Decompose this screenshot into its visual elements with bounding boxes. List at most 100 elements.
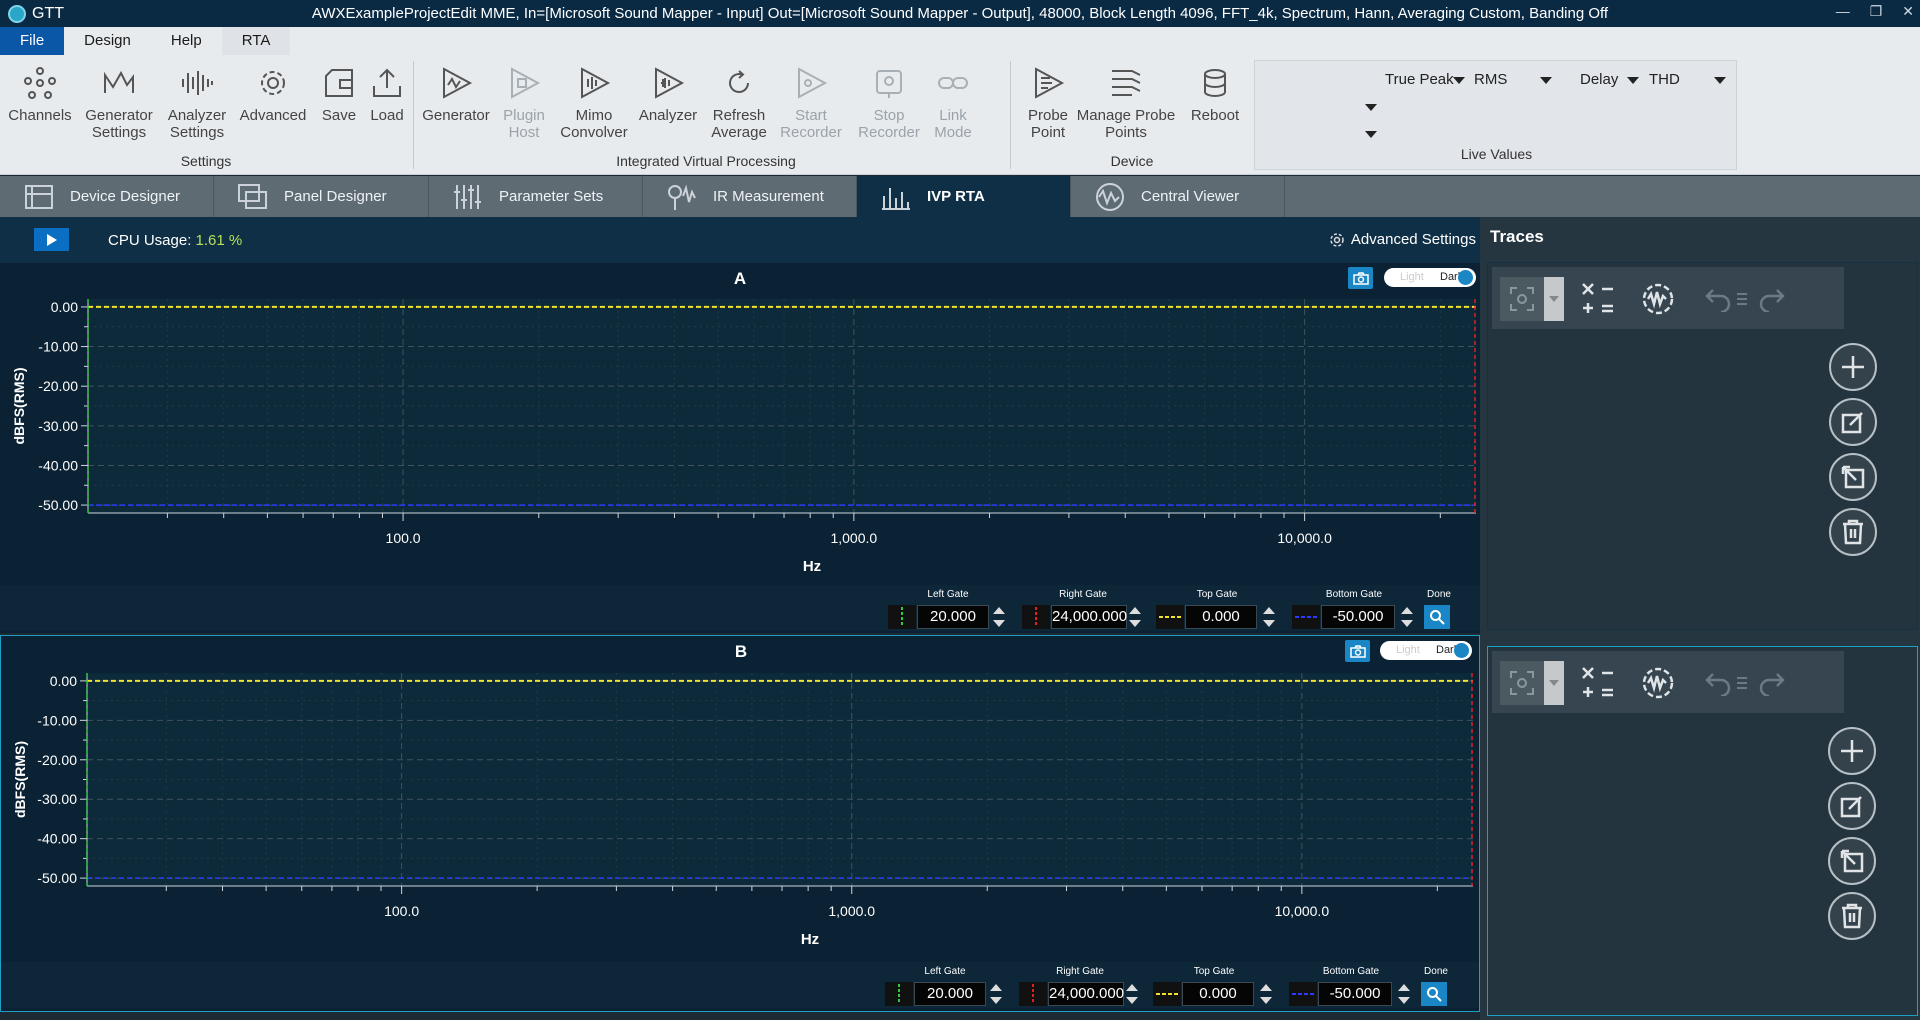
save-label: Save [321, 107, 357, 124]
top-gate-input[interactable]: 0.000 [1182, 982, 1254, 1006]
rms-dropdown[interactable]: RMS [1474, 71, 1507, 88]
right-gate-spinner[interactable] [1125, 982, 1139, 1006]
spectrum-chart-b[interactable]: 0.00 -10.00 -20.00 -30.00 -40.00 -50.00 100.0 1… [1, 636, 1479, 956]
fit-view-dropdown[interactable] [1544, 277, 1564, 321]
top-gate-input[interactable]: 0.000 [1185, 605, 1257, 629]
done-zoom-button[interactable] [1424, 605, 1450, 629]
spectrum-chart-a[interactable]: 0.00 -10.00 -20.00 -30.00 -40.00 -50.00 100.0 1… [0, 263, 1480, 583]
add-trace-button[interactable] [1829, 343, 1877, 391]
start-recorder-button[interactable]: Start Recorder [776, 63, 846, 141]
minimize-icon[interactable]: — [1836, 0, 1850, 22]
advanced-button[interactable]: Advanced [238, 63, 308, 124]
reboot-button[interactable]: Reboot [1182, 63, 1248, 124]
probe-point-button[interactable]: Probe Point [1020, 63, 1076, 141]
bottom-gate-input[interactable]: -50.000 [1321, 605, 1395, 629]
theme-toggle[interactable]: Light Dark [1384, 268, 1476, 287]
menu-rta[interactable]: RTA [221, 27, 291, 55]
blue-dash-icon [1295, 616, 1317, 618]
tab-panel-designer[interactable]: Panel Designer [214, 176, 429, 217]
plugin-host-button[interactable]: Plugin Host [496, 63, 552, 141]
advanced-settings-button[interactable]: Advanced Settings [1329, 231, 1476, 248]
thd-dropdown[interactable]: THD [1649, 71, 1680, 88]
tab-central-viewer[interactable]: Central Viewer [1071, 176, 1285, 217]
fit-view-button[interactable] [1500, 277, 1544, 321]
chevron-down-icon[interactable] [1540, 77, 1552, 84]
trace-settings-button[interactable] [1636, 277, 1680, 321]
add-trace-button[interactable] [1828, 727, 1876, 775]
close-icon[interactable]: ✕ [1902, 0, 1914, 22]
top-gate-spinner[interactable] [1262, 605, 1276, 629]
x-tick-label: 10,000.0 [1277, 530, 1332, 546]
tab-ivp-rta[interactable]: IVP RTA [857, 176, 1071, 217]
panel-title: A [733, 269, 747, 288]
right-gate: Right Gate 24,000.000 [1022, 589, 1144, 629]
edit-trace-button[interactable] [1829, 398, 1877, 446]
left-gate-spinner[interactable] [989, 982, 1003, 1006]
channels-button[interactable]: Channels [6, 63, 74, 124]
tab-ir-measurement[interactable]: IR Measurement [643, 176, 857, 217]
generator-button[interactable]: Generator [422, 63, 490, 124]
analyzer-settings-button[interactable]: Analyzer Settings [160, 63, 234, 141]
redo-button[interactable] [1750, 661, 1794, 705]
green-dash-icon [901, 607, 903, 627]
delete-trace-button[interactable] [1828, 892, 1876, 940]
chevron-down-icon[interactable] [1453, 77, 1465, 84]
delete-trace-button[interactable] [1829, 508, 1877, 556]
screenshot-button[interactable] [1345, 640, 1370, 662]
right-gate-input[interactable]: 24,000.000 [1048, 982, 1124, 1006]
fit-view-dropdown[interactable] [1544, 661, 1564, 705]
load-button[interactable]: Load [362, 63, 412, 124]
right-gate: Right Gate 24,000.000 [1019, 966, 1141, 1006]
history-icon [1737, 293, 1747, 305]
cpu-usage-label: CPU Usage: [108, 232, 192, 249]
bottom-gate-input[interactable]: -50.000 [1318, 982, 1392, 1006]
chevron-down-icon[interactable] [1365, 104, 1377, 111]
edit-trace-button[interactable] [1828, 782, 1876, 830]
left-gate-input[interactable]: 20.000 [914, 982, 986, 1006]
right-gate-input[interactable]: 24,000.000 [1051, 605, 1127, 629]
menu-help[interactable]: Help [151, 27, 222, 55]
chevron-down-icon[interactable] [1714, 77, 1726, 84]
device-group-label: Device [1110, 153, 1154, 169]
delay-dropdown[interactable]: Delay [1580, 71, 1618, 88]
left-gate-spinner[interactable] [992, 605, 1006, 629]
tab-device-designer[interactable]: Device Designer [0, 176, 214, 217]
menu-design[interactable]: Design [64, 27, 151, 55]
export-trace-button[interactable] [1828, 837, 1876, 885]
menu-file[interactable]: File [0, 27, 65, 55]
generator-settings-button[interactable]: Generator Settings [80, 63, 158, 141]
cpu-usage: CPU Usage: 1.61 % [108, 232, 242, 249]
bottom-gate-spinner[interactable] [1397, 982, 1411, 1006]
stop-recorder-button[interactable]: Stop Recorder [854, 63, 924, 141]
done-zoom-button[interactable] [1421, 982, 1447, 1006]
link-mode-button[interactable]: Link Mode [930, 63, 976, 141]
redo-button[interactable] [1750, 277, 1794, 321]
theme-toggle[interactable]: Light Dark [1380, 641, 1472, 660]
math-button[interactable] [1576, 661, 1620, 705]
export-trace-button[interactable] [1829, 453, 1877, 501]
refresh-average-button[interactable]: Refresh Average [706, 63, 772, 141]
manage-probe-points-button[interactable]: Manage Probe Points [1076, 63, 1176, 141]
tab-parameter-sets[interactable]: Parameter Sets [429, 176, 643, 217]
math-button[interactable] [1576, 277, 1620, 321]
play-button[interactable] [34, 228, 69, 251]
fit-view-button[interactable] [1500, 661, 1544, 705]
rta-panel-a: 0.00 -10.00 -20.00 -30.00 -40.00 -50.00 100.0 1… [0, 263, 1480, 633]
trace-settings-button[interactable] [1636, 661, 1680, 705]
y-tick-label: -30.00 [38, 418, 78, 434]
screenshot-button[interactable] [1348, 267, 1373, 289]
yellow-dash-icon [1159, 616, 1181, 618]
left-gate-input[interactable]: 20.000 [917, 605, 989, 629]
top-gate-spinner[interactable] [1259, 982, 1273, 1006]
gear-icon [253, 63, 293, 103]
restore-icon[interactable]: ❐ [1870, 0, 1883, 22]
chevron-down-icon[interactable] [1627, 77, 1639, 84]
right-gate-spinner[interactable] [1128, 605, 1142, 629]
bottom-gate-spinner[interactable] [1400, 605, 1414, 629]
chevron-down-icon[interactable] [1365, 131, 1377, 138]
save-button[interactable]: Save [314, 63, 364, 124]
mimo-convolver-button[interactable]: Mimo Convolver [558, 63, 630, 141]
true-peak-dropdown[interactable]: True Peak [1385, 71, 1454, 88]
analyzer-button[interactable]: Analyzer [636, 63, 700, 124]
left-gate-swatch [885, 982, 913, 1006]
